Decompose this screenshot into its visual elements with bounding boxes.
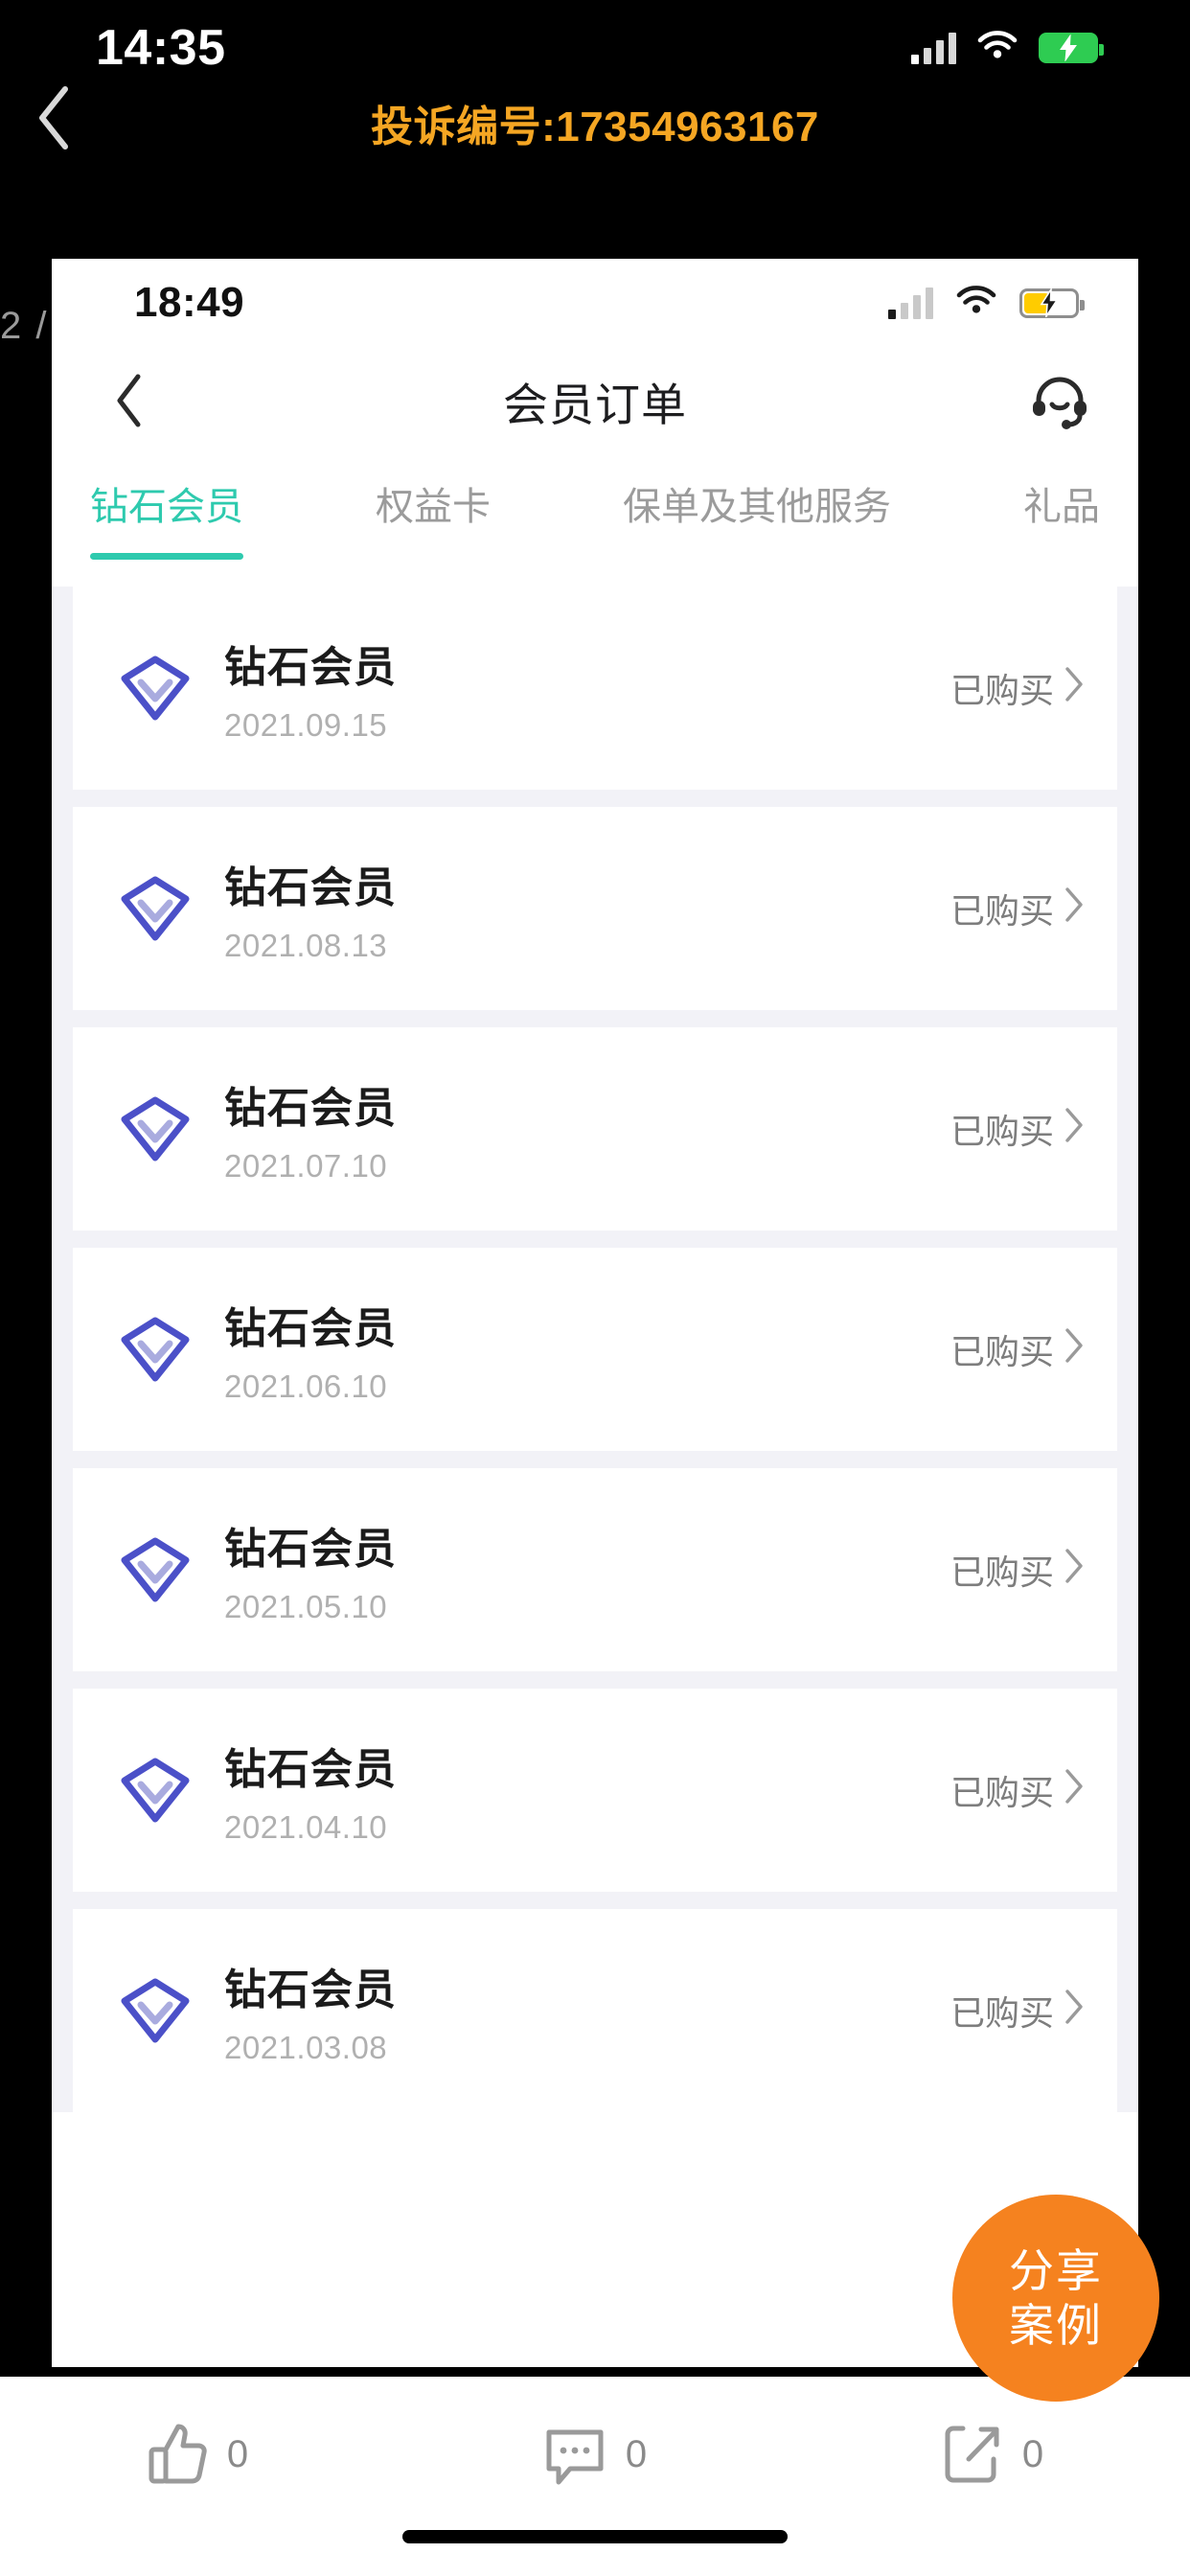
thumbs-up-icon <box>149 2424 207 2484</box>
bottom-action-bar: 0 0 0 <box>0 2394 1190 2576</box>
comment-count: 0 <box>625 2432 648 2475</box>
order-title: 钻石会员 <box>224 864 397 911</box>
os-status-icons <box>911 30 1104 66</box>
order-title: 钻石会员 <box>224 1966 397 2013</box>
order-date: 2021.05.10 <box>224 1589 388 1624</box>
chevron-right-icon <box>1064 1768 1085 1813</box>
chevron-right-icon <box>1064 1327 1085 1372</box>
diamond-icon <box>111 1085 199 1173</box>
inner-status-icons <box>888 285 1085 321</box>
order-date: 2021.06.10 <box>224 1368 388 1404</box>
status-badge: 已购买 <box>950 1552 1054 1592</box>
inner-nav-bar: 会员订单 <box>52 347 1138 454</box>
tab-bar: 钻石会员 权益卡 保单及其他服务 礼品 <box>52 454 1138 569</box>
inner-status-bar: 18:49 <box>52 259 1138 347</box>
status-badge: 已购买 <box>950 1773 1054 1812</box>
order-status[interactable]: 已购买 <box>950 1986 1085 2036</box>
order-list-item[interactable]: 钻石会员 2021.04.10 已购买 <box>73 1689 1117 1892</box>
fab-line-1: 分享 <box>1009 2244 1103 2296</box>
order-list-item[interactable]: 钻石会员 2021.05.10 已购买 <box>73 1468 1117 1671</box>
page-title: 投诉编号:17354963167 <box>371 104 819 150</box>
signal-bars-icon <box>888 287 933 319</box>
diamond-icon <box>111 644 199 732</box>
signal-bars-icon <box>911 32 956 64</box>
home-indicator[interactable] <box>402 2530 788 2543</box>
order-date: 2021.07.10 <box>224 1148 388 1184</box>
order-list-item[interactable]: 钻石会员 2021.09.15 已购买 <box>73 586 1117 790</box>
order-status[interactable]: 已购买 <box>950 1324 1085 1374</box>
inner-clock: 18:49 <box>134 279 245 326</box>
inner-page-title: 会员订单 <box>503 379 687 430</box>
chevron-right-icon <box>1064 886 1085 932</box>
tab-label: 礼品 <box>1023 486 1100 528</box>
fab-line-2: 案例 <box>1009 2300 1103 2351</box>
battery-charging-icon <box>1039 33 1104 63</box>
share-icon <box>945 2426 999 2483</box>
chevron-right-icon <box>1064 1107 1085 1152</box>
chevron-right-icon <box>1064 1548 1085 1593</box>
wifi-icon <box>977 30 1018 66</box>
diamond-icon <box>111 1526 199 1614</box>
diamond-icon <box>111 1966 199 2055</box>
comment-button[interactable]: 0 <box>541 2421 647 2488</box>
share-case-fab[interactable]: 分享 案例 <box>952 2195 1159 2402</box>
order-status[interactable]: 已购买 <box>950 663 1085 713</box>
order-date: 2021.04.10 <box>224 1809 388 1845</box>
tab-policy-and-other-services[interactable]: 保单及其他服务 <box>623 475 891 560</box>
phone-screen: 14:35 投诉编号:17354963167 2 / 18:49 会员订单 钻石… <box>0 0 1190 2576</box>
status-badge: 已购买 <box>950 1112 1054 1151</box>
order-title: 钻石会员 <box>224 1305 397 1352</box>
embedded-screenshot: 18:49 会员订单 钻石会员 权益卡 保单及其他服务 礼品 钻石会员 2021… <box>52 259 1138 2367</box>
order-date: 2021.03.08 <box>224 2030 388 2065</box>
tab-benefit-card[interactable]: 权益卡 <box>376 475 491 560</box>
diamond-icon <box>111 864 199 953</box>
order-title: 钻石会员 <box>224 644 397 691</box>
order-title: 钻石会员 <box>224 1085 397 1132</box>
order-title: 钻石会员 <box>224 1746 397 1793</box>
order-status[interactable]: 已购买 <box>950 1104 1085 1154</box>
status-badge: 已购买 <box>950 891 1054 931</box>
status-badge: 已购买 <box>950 671 1054 710</box>
order-status[interactable]: 已购买 <box>950 884 1085 933</box>
status-badge: 已购买 <box>950 1993 1054 2033</box>
order-date: 2021.09.15 <box>224 707 388 743</box>
share-button[interactable]: 0 <box>940 2421 1043 2488</box>
comment-icon <box>546 2429 604 2485</box>
chevron-right-icon <box>1064 666 1085 711</box>
tab-label: 保单及其他服务 <box>623 486 891 528</box>
diamond-icon <box>111 1305 199 1393</box>
status-badge: 已购买 <box>950 1332 1054 1371</box>
order-status[interactable]: 已购买 <box>950 1765 1085 1815</box>
order-list-item[interactable]: 钻石会员 2021.06.10 已购买 <box>73 1248 1117 1451</box>
order-status[interactable]: 已购买 <box>950 1545 1085 1595</box>
share-count: 0 <box>1021 2432 1044 2475</box>
like-count: 0 <box>226 2432 249 2475</box>
like-button[interactable]: 0 <box>147 2421 248 2488</box>
order-list: 钻石会员 2021.09.15 已购买 钻石会员 2021.08.13 已购买 … <box>52 586 1138 2112</box>
wifi-icon <box>956 285 996 321</box>
tab-diamond-member[interactable]: 钻石会员 <box>90 475 243 560</box>
order-title: 钻石会员 <box>224 1526 397 1573</box>
order-date: 2021.08.13 <box>224 928 388 963</box>
order-list-item[interactable]: 钻石会员 2021.08.13 已购买 <box>73 807 1117 1010</box>
page-counter: 2 / <box>0 305 49 347</box>
tab-label: 钻石会员 <box>90 486 243 528</box>
tab-gifts[interactable]: 礼品 <box>1023 475 1100 560</box>
battery-charging-icon <box>1019 288 1085 318</box>
os-status-bar: 14:35 <box>0 0 1190 96</box>
order-list-item[interactable]: 钻石会员 2021.03.08 已购买 <box>73 1909 1117 2112</box>
chevron-right-icon <box>1064 1989 1085 2034</box>
diamond-icon <box>111 1746 199 1834</box>
order-list-item[interactable]: 钻石会员 2021.07.10 已购买 <box>73 1027 1117 1230</box>
os-clock: 14:35 <box>96 20 226 76</box>
tab-label: 权益卡 <box>376 486 491 528</box>
